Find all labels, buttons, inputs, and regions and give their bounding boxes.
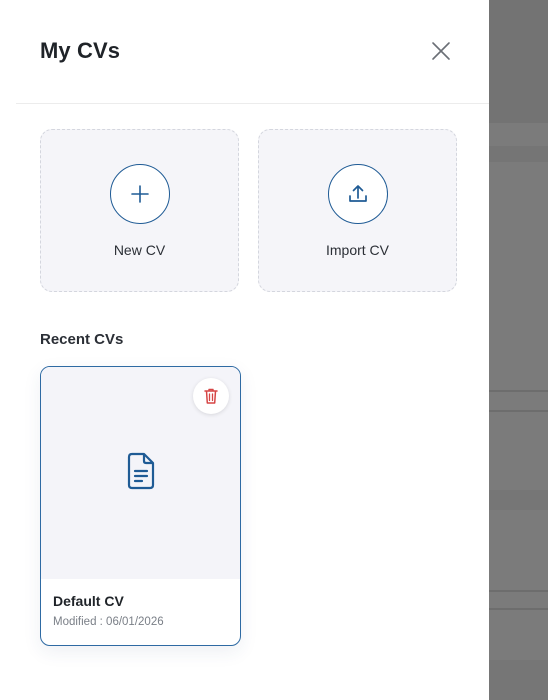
import-cv-icon-circle [327, 164, 388, 224]
background-header-band [489, 0, 548, 123]
cv-card[interactable]: Default CV Modified : 06/01/2026 [40, 366, 241, 646]
recent-cvs-title: Recent CVs [40, 331, 124, 348]
new-cv-icon-circle [109, 164, 170, 224]
background-divider [489, 390, 548, 392]
delete-cv-button[interactable] [193, 378, 229, 414]
drawer-header: My CVs [16, 0, 489, 104]
trash-icon [204, 388, 218, 404]
background-divider [489, 608, 548, 610]
close-button[interactable] [428, 38, 454, 64]
background-divider [489, 590, 548, 592]
import-cv-label: Import CV [325, 242, 389, 258]
new-cv-label: New CV [113, 242, 166, 258]
drawer-title: My CVs [40, 38, 121, 63]
document-icon [125, 451, 157, 491]
my-cvs-drawer: My CVs New CV Import CV Recent CVs Defau… [0, 0, 489, 700]
background-band [489, 490, 548, 510]
new-cv-button[interactable]: New CV [40, 129, 239, 292]
plus-icon [130, 185, 149, 203]
background-band [489, 146, 548, 162]
app-root: My CVs New CV Import CV Recent CVs Defau… [0, 0, 548, 700]
upload-icon [348, 185, 367, 202]
import-cv-button[interactable]: Import CV [258, 129, 457, 292]
cv-preview [41, 367, 240, 579]
cv-modified-date: Modified : 06/01/2026 [53, 616, 164, 628]
cv-name: Default CV [53, 593, 124, 609]
close-icon [432, 42, 450, 60]
background-divider [489, 410, 548, 412]
dimmed-background[interactable] [489, 0, 548, 700]
background-band [489, 660, 548, 700]
